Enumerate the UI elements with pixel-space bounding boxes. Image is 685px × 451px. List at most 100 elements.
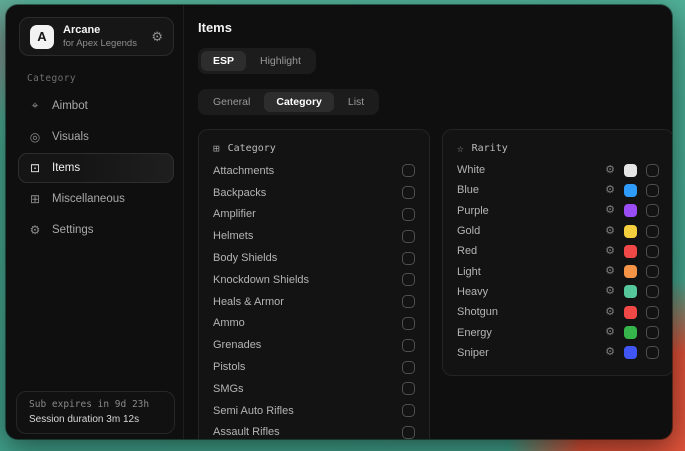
gear-icon[interactable] <box>605 266 615 277</box>
view-tab[interactable]: List <box>336 92 376 112</box>
rarity-checkbox[interactable] <box>646 265 659 278</box>
category-checkbox[interactable] <box>402 164 415 177</box>
rarity-row: Purple <box>457 201 659 221</box>
category-row: Helmets <box>213 225 415 247</box>
category-row: Semi Auto Rifles <box>213 400 415 422</box>
gear-icon[interactable] <box>605 327 615 338</box>
rarity-color-swatch[interactable] <box>624 326 637 339</box>
category-checkbox[interactable] <box>402 317 415 330</box>
rarity-checkbox[interactable] <box>646 346 659 359</box>
category-label: SMGs <box>213 383 244 395</box>
rarity-checkbox[interactable] <box>646 245 659 258</box>
gear-icon[interactable] <box>605 246 615 257</box>
mode-tab[interactable]: ESP <box>201 51 246 71</box>
category-checkbox[interactable] <box>402 252 415 265</box>
category-row: Attachments <box>213 160 415 182</box>
category-checkbox[interactable] <box>402 230 415 243</box>
nav-item-icon: ⊡ <box>28 161 42 175</box>
rarity-color-swatch[interactable] <box>624 285 637 298</box>
rarity-label: Sniper <box>457 347 596 359</box>
category-row: Knockdown Shields <box>213 269 415 291</box>
category-label: Semi Auto Rifles <box>213 405 294 417</box>
gear-icon[interactable] <box>605 347 615 358</box>
rarity-color-swatch[interactable] <box>624 225 637 238</box>
app-meta: Arcane for Apex Legends <box>63 24 137 49</box>
gear-icon[interactable] <box>605 165 615 176</box>
rarity-panel-title: Rarity <box>472 143 508 154</box>
rarity-row: Sniper <box>457 343 659 363</box>
rarity-label: Purple <box>457 205 596 217</box>
rarity-checkbox[interactable] <box>646 326 659 339</box>
sidebar-section-label: Category <box>27 73 183 84</box>
category-checkbox[interactable] <box>402 382 415 395</box>
gear-icon[interactable] <box>605 205 615 216</box>
nav-item-icon: ◎ <box>28 130 42 144</box>
rarity-color-swatch[interactable] <box>624 204 637 217</box>
rarity-row: Red <box>457 241 659 261</box>
category-row: Amplifier <box>213 204 415 226</box>
sidebar: A Arcane for Apex Legends ⚙ Category ⌖ A… <box>6 5 184 439</box>
rarity-checkbox[interactable] <box>646 225 659 238</box>
rarity-label: Blue <box>457 184 596 196</box>
rarity-color-swatch[interactable] <box>624 306 637 319</box>
nav-item-icon: ⊞ <box>28 192 42 206</box>
category-label: Backpacks <box>213 187 266 199</box>
rarity-checkbox[interactable] <box>646 204 659 217</box>
category-panel-title: Category <box>228 143 276 154</box>
category-checkbox[interactable] <box>402 361 415 374</box>
rarity-checkbox[interactable] <box>646 184 659 197</box>
category-row: Pistols <box>213 356 415 378</box>
rarity-color-swatch[interactable] <box>624 265 637 278</box>
category-checkbox[interactable] <box>402 426 415 439</box>
rarity-color-swatch[interactable] <box>624 164 637 177</box>
rarity-checkbox[interactable] <box>646 285 659 298</box>
gear-icon[interactable]: ⚙ <box>151 30 163 43</box>
rarity-checkbox[interactable] <box>646 164 659 177</box>
category-label: Assault Rifles <box>213 426 280 438</box>
rarity-color-swatch[interactable] <box>624 245 637 258</box>
rarity-checkbox[interactable] <box>646 306 659 319</box>
category-label: Amplifier <box>213 208 256 220</box>
app-subtitle: for Apex Legends <box>63 38 137 49</box>
category-checkbox[interactable] <box>402 208 415 221</box>
category-label: Attachments <box>213 165 274 177</box>
rarity-row: White <box>457 160 659 180</box>
rarity-color-swatch[interactable] <box>624 184 637 197</box>
category-checkbox[interactable] <box>402 273 415 286</box>
category-checkbox[interactable] <box>402 404 415 417</box>
view-tab[interactable]: Category <box>264 92 334 112</box>
star-icon: ☆ <box>457 143 464 154</box>
sidebar-nav-item[interactable]: ◎ Visuals <box>18 122 174 152</box>
rarity-row: Heavy <box>457 282 659 302</box>
nav-item-icon: ⌖ <box>28 98 42 113</box>
view-tab[interactable]: General <box>201 92 262 112</box>
category-checkbox[interactable] <box>402 339 415 352</box>
arcane-window: A Arcane for Apex Legends ⚙ Category ⌖ A… <box>6 5 672 439</box>
category-checkbox[interactable] <box>402 186 415 199</box>
sidebar-nav-item[interactable]: ⚙ Settings <box>18 215 174 245</box>
category-list: Attachments Backpacks Amplifier <box>213 160 415 439</box>
gear-icon[interactable] <box>605 307 615 318</box>
gear-icon[interactable] <box>605 226 615 237</box>
category-label: Knockdown Shields <box>213 274 309 286</box>
gear-icon[interactable] <box>605 185 615 196</box>
nav-item-label: Items <box>52 162 80 174</box>
rarity-label: Shotgun <box>457 306 596 318</box>
mode-tab[interactable]: Highlight <box>248 51 313 71</box>
category-label: Heals & Armor <box>213 296 284 308</box>
gear-icon[interactable] <box>605 286 615 297</box>
nav-item-label: Settings <box>52 224 94 236</box>
category-label: Body Shields <box>213 252 277 264</box>
sidebar-nav-item[interactable]: ⊡ Items <box>18 153 174 183</box>
category-row: Ammo <box>213 313 415 335</box>
sidebar-nav-item[interactable]: ⌖ Aimbot <box>18 90 174 121</box>
category-label: Helmets <box>213 230 253 242</box>
category-row: SMGs <box>213 378 415 400</box>
rarity-panel-header: ☆ Rarity <box>457 140 659 160</box>
category-label: Pistols <box>213 361 245 373</box>
category-checkbox[interactable] <box>402 295 415 308</box>
rarity-label: White <box>457 164 596 176</box>
sidebar-nav: ⌖ Aimbot ◎ Visuals ⊡ Items ⊞ Miscellaneo… <box>6 90 183 245</box>
sidebar-nav-item[interactable]: ⊞ Miscellaneous <box>18 184 174 214</box>
rarity-color-swatch[interactable] <box>624 346 637 359</box>
